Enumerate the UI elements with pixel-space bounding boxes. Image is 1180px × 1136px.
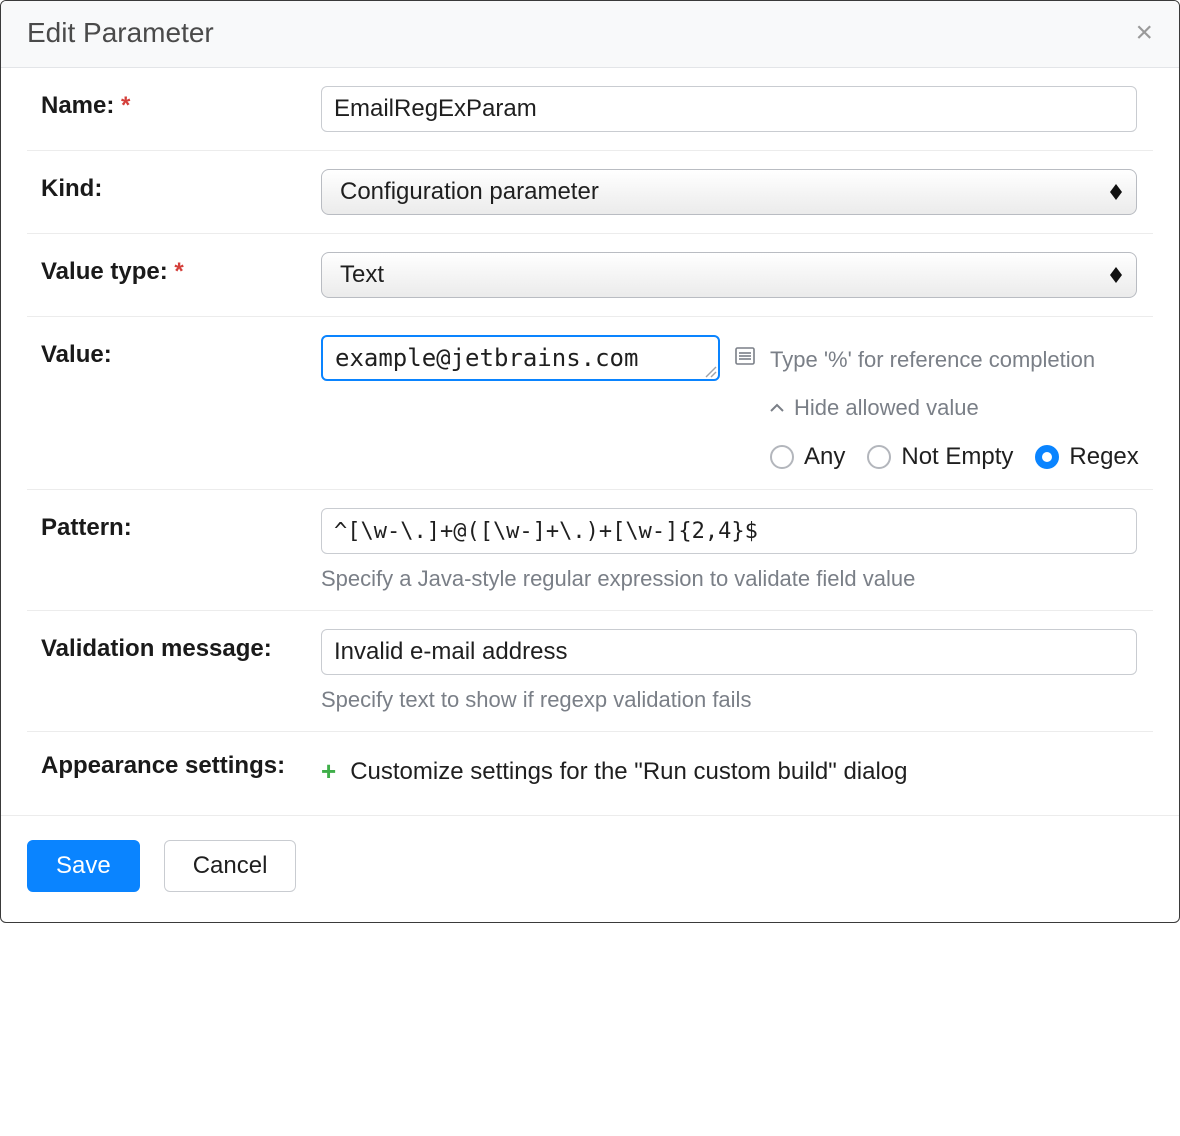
label-value-type: Value type: * bbox=[41, 252, 321, 286]
row-name: Name: * bbox=[27, 68, 1153, 151]
dialog-content: Name: * Kind: Configuration parameter bbox=[1, 68, 1179, 805]
radio-regex[interactable]: Regex bbox=[1035, 443, 1138, 471]
validation-message-input[interactable] bbox=[321, 629, 1137, 675]
save-button[interactable]: Save bbox=[27, 840, 140, 892]
allowed-value-radios: Any Not Empty Regex bbox=[770, 443, 1180, 471]
validation-message-hint: Specify text to show if regexp validatio… bbox=[321, 687, 1137, 713]
select-arrows-icon bbox=[1110, 267, 1122, 283]
radio-dot bbox=[867, 445, 891, 469]
radio-regex-label: Regex bbox=[1069, 443, 1138, 471]
label-appearance-settings: Appearance settings: bbox=[41, 750, 321, 780]
label-pattern: Pattern: bbox=[41, 508, 321, 542]
select-arrows-icon bbox=[1110, 184, 1122, 200]
value-input[interactable] bbox=[321, 335, 720, 381]
kind-select-value: Configuration parameter bbox=[340, 178, 599, 206]
pattern-input[interactable] bbox=[321, 508, 1137, 554]
label-kind: Kind: bbox=[41, 169, 321, 203]
required-asterisk: * bbox=[121, 92, 130, 119]
customize-appearance-link[interactable]: + Customize settings for the "Run custom… bbox=[321, 756, 908, 787]
value-hint: Type '%' for reference completion bbox=[770, 347, 1180, 373]
radio-dot bbox=[770, 445, 794, 469]
chevron-up-icon bbox=[770, 403, 784, 413]
radio-any-label: Any bbox=[804, 443, 845, 471]
edit-parameter-dialog: Edit Parameter × Name: * Kind: Configura… bbox=[0, 0, 1180, 923]
kind-select[interactable]: Configuration parameter bbox=[321, 169, 1137, 215]
row-validation-message: Validation message: Specify text to show… bbox=[27, 611, 1153, 732]
toggle-allowed-value-label: Hide allowed value bbox=[794, 395, 979, 421]
close-icon[interactable]: × bbox=[1135, 18, 1153, 48]
radio-any[interactable]: Any bbox=[770, 443, 845, 471]
value-type-select[interactable]: Text bbox=[321, 252, 1137, 298]
customize-appearance-label: Customize settings for the "Run custom b… bbox=[350, 758, 907, 786]
dialog-header: Edit Parameter × bbox=[1, 1, 1179, 68]
radio-not-empty[interactable]: Not Empty bbox=[867, 443, 1013, 471]
radio-not-empty-label: Not Empty bbox=[901, 443, 1013, 471]
radio-dot bbox=[1035, 445, 1059, 469]
dialog-title: Edit Parameter bbox=[27, 17, 214, 49]
required-asterisk: * bbox=[174, 258, 183, 285]
plus-icon: + bbox=[321, 756, 336, 787]
toggle-allowed-value[interactable]: Hide allowed value bbox=[770, 395, 979, 421]
label-value: Value: bbox=[41, 335, 321, 369]
expand-editor-icon[interactable] bbox=[734, 345, 756, 373]
row-appearance-settings: Appearance settings: + Customize setting… bbox=[27, 732, 1153, 805]
value-type-select-value: Text bbox=[340, 261, 384, 289]
pattern-hint: Specify a Java-style regular expression … bbox=[321, 566, 961, 592]
label-name-text: Name: bbox=[41, 92, 114, 119]
dialog-footer: Save Cancel bbox=[1, 815, 1179, 922]
label-validation-message: Validation message: bbox=[41, 629, 321, 663]
label-name: Name: * bbox=[41, 86, 321, 120]
name-input[interactable] bbox=[321, 86, 1137, 132]
row-kind: Kind: Configuration parameter bbox=[27, 151, 1153, 234]
row-pattern: Pattern: Specify a Java-style regular ex… bbox=[27, 490, 1153, 611]
row-value-type: Value type: * Text bbox=[27, 234, 1153, 317]
row-value: Value: bbox=[27, 317, 1153, 490]
label-value-type-text: Value type: bbox=[41, 258, 168, 285]
cancel-button[interactable]: Cancel bbox=[164, 840, 297, 892]
